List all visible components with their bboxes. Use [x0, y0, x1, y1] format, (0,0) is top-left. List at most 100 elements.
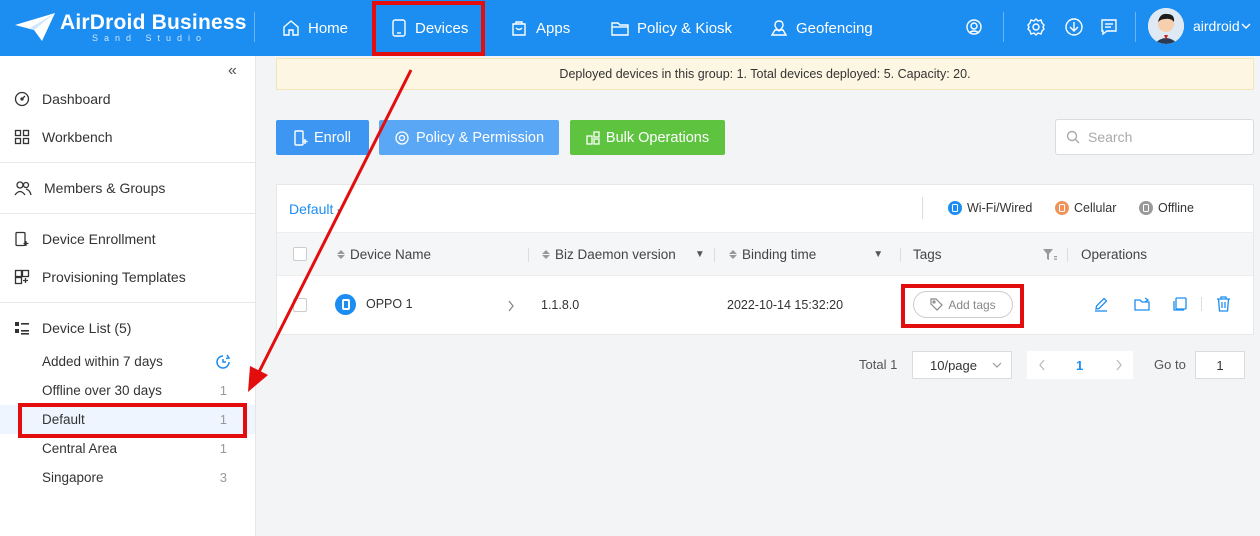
caret-down-icon[interactable]: ▼	[873, 249, 883, 260]
column-label: Binding time	[742, 247, 817, 262]
avatar[interactable]	[1148, 8, 1184, 44]
brand-subtitle: Sand Studio	[92, 33, 208, 43]
nav-devices[interactable]: Devices	[391, 0, 468, 56]
divider	[1067, 248, 1068, 262]
settings-icon[interactable]	[1024, 15, 1048, 39]
group-count: 1	[219, 441, 227, 456]
sidebar-item-workbench[interactable]: Workbench	[0, 119, 255, 155]
group-selector[interactable]: Default ▾	[289, 201, 342, 217]
group-count: 3	[219, 470, 227, 485]
group-central-area[interactable]: Central Area 1	[0, 434, 255, 463]
sort-icon[interactable]	[729, 250, 737, 259]
enroll-button[interactable]: Enroll	[276, 120, 369, 155]
add-tags-button[interactable]: Add tags	[913, 291, 1013, 318]
filter-icon[interactable]	[1043, 249, 1057, 261]
chevron-left-icon[interactable]	[1038, 359, 1046, 371]
page-size-select[interactable]: 10/page	[912, 351, 1012, 379]
group-label: Default	[42, 412, 85, 427]
column-label: Biz Daemon version	[555, 247, 676, 262]
group-default[interactable]: Default 1	[0, 405, 255, 434]
nav-geofencing[interactable]: Geofencing	[770, 0, 873, 56]
chevron-right-icon[interactable]	[507, 300, 515, 312]
search-box[interactable]	[1055, 119, 1254, 155]
sidebar-item-members-groups[interactable]: Members & Groups	[0, 170, 255, 206]
enrollment-icon	[15, 231, 29, 247]
group-count: 1	[219, 383, 227, 398]
collapse-sidebar-icon[interactable]: «	[228, 62, 237, 80]
search-icon	[1066, 130, 1080, 144]
folder-icon	[611, 22, 629, 36]
list-icon	[15, 322, 29, 335]
chevron-down-icon[interactable]	[1241, 22, 1251, 30]
divider	[714, 248, 715, 262]
row-checkbox[interactable]	[293, 298, 307, 312]
column-operations: Operations	[1081, 247, 1147, 262]
select-all-checkbox[interactable]	[293, 247, 307, 261]
sort-icon[interactable]	[337, 250, 345, 259]
divider	[0, 302, 255, 303]
column-device-name[interactable]: Device Name	[337, 247, 431, 262]
legend-wifi: Wi-Fi/Wired	[948, 201, 1032, 215]
offline-status-icon	[1139, 201, 1153, 215]
divider	[528, 248, 529, 262]
goto-page-input[interactable]: 1	[1195, 351, 1245, 379]
nav-home[interactable]: Home	[282, 0, 348, 56]
user-name[interactable]: airdroid	[1193, 18, 1240, 34]
device-action-icon[interactable]	[1172, 295, 1190, 313]
legend-cellular: Cellular	[1055, 201, 1116, 215]
sidebar-item-provisioning-templates[interactable]: Provisioning Templates	[0, 259, 255, 295]
brand-logo[interactable]: AirDroid Business Sand Studio	[14, 9, 246, 47]
divider	[0, 213, 255, 214]
apps-icon	[512, 21, 526, 36]
map-icon	[770, 20, 788, 36]
column-daemon-version[interactable]: Biz Daemon version ▼	[542, 247, 705, 262]
group-count: 1	[219, 412, 227, 427]
bulk-operations-button[interactable]: Bulk Operations	[570, 120, 725, 155]
nav-apps-label: Apps	[536, 19, 571, 37]
pagination-total: Total 1	[859, 357, 898, 372]
device-icon	[392, 19, 406, 37]
group-offline-over-30-days[interactable]: Offline over 30 days 1	[0, 376, 255, 405]
divider	[0, 162, 255, 163]
search-input[interactable]	[1088, 129, 1238, 145]
binding-time: 2022-10-14 15:32:20	[727, 298, 844, 312]
current-page[interactable]: 1	[1076, 358, 1083, 373]
edit-icon[interactable]	[1092, 295, 1110, 313]
nav-geofencing-label: Geofencing	[796, 19, 873, 37]
sidebar-item-label: Workbench	[42, 129, 113, 145]
enroll-icon	[294, 129, 308, 146]
cellular-status-icon	[1055, 201, 1069, 215]
divider	[1135, 12, 1136, 42]
support-icon[interactable]	[962, 15, 986, 39]
dashboard-icon	[14, 91, 30, 107]
download-icon[interactable]	[1062, 15, 1086, 39]
page-size-label: 10/page	[930, 357, 977, 373]
policy-permission-button[interactable]: Policy & Permission	[379, 120, 559, 155]
device-name[interactable]: OPPO 1	[366, 297, 413, 311]
sidebar-item-device-list[interactable]: Device List (5)	[0, 310, 255, 346]
bulk-label: Bulk Operations	[605, 129, 710, 146]
nav-policy-kiosk[interactable]: Policy & Kiosk	[611, 0, 732, 56]
nav-home-label: Home	[308, 19, 349, 37]
folder-open-icon[interactable]	[1133, 295, 1151, 313]
sidebar-item-dashboard[interactable]: Dashboard	[0, 81, 255, 117]
divider	[1201, 297, 1202, 311]
caret-down-icon[interactable]: ▼	[695, 249, 705, 260]
pagination: 1	[1027, 351, 1133, 379]
sort-icon[interactable]	[542, 250, 550, 259]
sidebar-item-device-enrollment[interactable]: Device Enrollment	[0, 221, 255, 257]
group-added-within-7-days[interactable]: Added within 7 days	[0, 347, 255, 376]
group-selector-label: Default	[289, 201, 334, 217]
column-binding-time[interactable]: Binding time ▼	[729, 247, 883, 262]
chevron-right-icon[interactable]	[1115, 359, 1123, 371]
table-header: Device Name Biz Daemon version ▼ Binding…	[277, 232, 1253, 276]
sidebar-item-label: Device List (5)	[42, 320, 132, 336]
policy-label: Policy & Permission	[415, 129, 545, 146]
capacity-notice: Deployed devices in this group: 1. Total…	[276, 58, 1254, 90]
divider	[922, 197, 923, 219]
nav-apps[interactable]: Apps	[510, 0, 570, 56]
tag-icon	[930, 298, 944, 311]
group-singapore[interactable]: Singapore 3	[0, 463, 255, 492]
delete-icon[interactable]	[1214, 295, 1232, 313]
message-icon[interactable]	[1097, 15, 1121, 39]
